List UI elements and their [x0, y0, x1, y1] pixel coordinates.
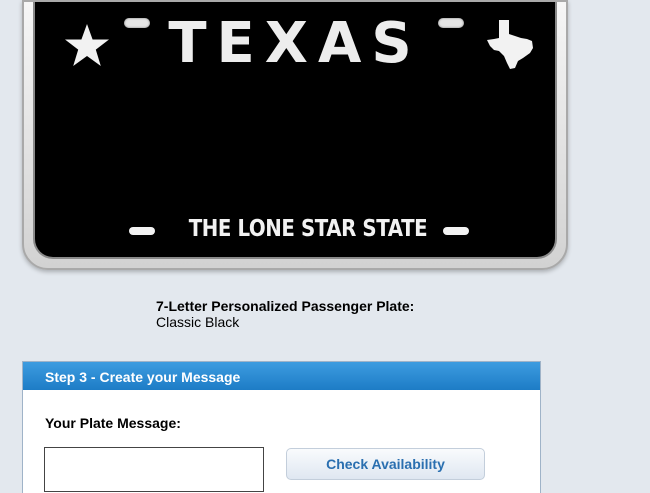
plate-state-name: TEXAS: [168, 11, 422, 76]
slogan-left-dash: [129, 227, 155, 235]
plate-bolt-hole: [124, 18, 150, 28]
plate-type-label: 7-Letter Personalized Passenger Plate:: [156, 298, 415, 314]
license-plate-preview: TEXAS THE LONE STAR STATE: [22, 0, 568, 270]
texas-shape-icon: [487, 20, 533, 69]
slogan-right-dash: [443, 227, 469, 235]
plate-style-label: Classic Black: [156, 314, 240, 330]
page: TEXAS THE LONE STAR STATE 7-Letter Perso…: [0, 0, 650, 493]
plate-bolt-hole: [438, 18, 464, 28]
star-icon: [65, 24, 109, 66]
plate-face: TEXAS THE LONE STAR STATE: [33, 2, 557, 259]
plate-message-input[interactable]: [44, 447, 264, 492]
step-3-panel: Step 3 - Create your Message Your Plate …: [22, 361, 541, 493]
plate-caption: 7-Letter Personalized Passenger Plate: C…: [156, 298, 414, 330]
check-availability-button[interactable]: Check Availability: [286, 448, 485, 480]
plate-slogan: THE LONE STAR STATE: [188, 216, 428, 242]
step-3-header: Step 3 - Create your Message: [23, 362, 540, 390]
plate-message-label: Your Plate Message:: [45, 415, 181, 431]
